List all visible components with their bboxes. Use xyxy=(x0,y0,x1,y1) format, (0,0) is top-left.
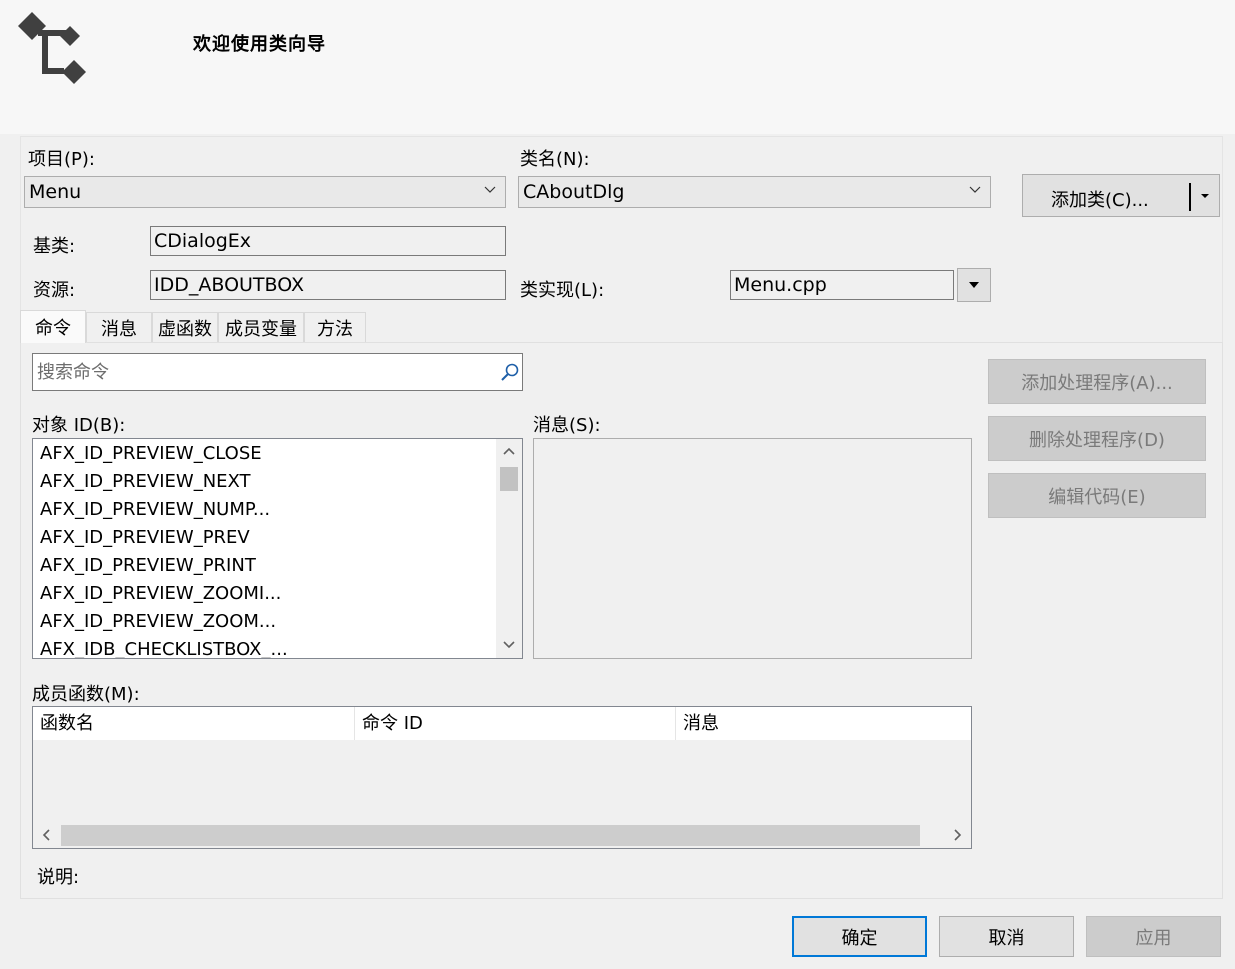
list-item[interactable]: AFX_ID_PREVIEW_NEXT xyxy=(40,468,251,496)
object-id-label: 对象 ID(B): xyxy=(32,415,126,436)
delete-handler-button[interactable]: 删除处理程序(D) xyxy=(988,416,1206,461)
tab-methods[interactable]: 方法 xyxy=(304,312,366,342)
scrollbar-thumb[interactable] xyxy=(500,467,518,491)
search-box[interactable] xyxy=(32,353,523,391)
horizontal-scrollbar[interactable] xyxy=(33,823,971,848)
search-icon[interactable] xyxy=(500,362,520,382)
tab-messages[interactable]: 消息 xyxy=(86,312,152,342)
list-item[interactable]: AFX_IDB_CHECKLISTBOX_... xyxy=(40,636,288,658)
description-label: 说明: xyxy=(37,867,80,888)
list-item[interactable]: AFX_ID_PREVIEW_PREV xyxy=(40,524,250,552)
tab-virtual-functions[interactable]: 虚函数 xyxy=(152,312,218,342)
class-name-label: 类名(N): xyxy=(520,149,590,170)
resource-label: 资源: xyxy=(33,280,76,301)
class-impl-value: Menu.cpp xyxy=(734,274,827,296)
chevron-up-icon[interactable] xyxy=(500,443,518,461)
messages-label: 消息(S): xyxy=(533,415,601,436)
dropdown-arrow-icon xyxy=(969,282,979,288)
project-value: Menu xyxy=(29,181,82,203)
tab-commands[interactable]: 命令 xyxy=(20,310,86,343)
base-class-field: CDialogEx xyxy=(150,226,506,256)
table-header: 函数名 命令 ID 消息 xyxy=(33,707,971,740)
chevron-down-icon xyxy=(484,186,496,193)
class-name-combo[interactable]: CAboutDlg xyxy=(518,176,991,208)
dropdown-arrow-icon[interactable] xyxy=(1199,191,1211,201)
add-class-label: 添加类(C)... xyxy=(1051,190,1149,211)
edit-code-button[interactable]: 编辑代码(E) xyxy=(988,473,1206,518)
project-combo[interactable]: Menu xyxy=(24,176,506,208)
chevron-right-icon[interactable] xyxy=(949,827,965,843)
class-impl-label: 类实现(L): xyxy=(520,280,605,301)
class-impl-field[interactable]: Menu.cpp xyxy=(730,270,954,300)
cancel-button[interactable]: 取消 xyxy=(939,916,1074,957)
list-item[interactable]: AFX_ID_PREVIEW_ZOOMI... xyxy=(40,580,281,608)
resource-value: IDD_ABOUTBOX xyxy=(154,274,304,296)
scrollbar-thumb[interactable] xyxy=(61,825,920,846)
wizard-header: 欢迎使用类向导 xyxy=(0,0,1235,134)
column-header-message[interactable]: 消息 xyxy=(676,707,971,740)
add-class-button[interactable]: 添加类(C)... xyxy=(1022,174,1220,217)
chevron-down-icon xyxy=(969,186,981,193)
list-item[interactable]: AFX_ID_PREVIEW_NUMP... xyxy=(40,496,270,524)
list-item[interactable]: AFX_ID_PREVIEW_ZOOM... xyxy=(40,608,276,636)
class-impl-dropdown-button[interactable] xyxy=(957,268,991,302)
resource-field: IDD_ABOUTBOX xyxy=(150,270,506,300)
apply-button[interactable]: 应用 xyxy=(1086,916,1221,957)
base-class-value: CDialogEx xyxy=(154,230,252,252)
object-id-list[interactable]: AFX_ID_PREVIEW_CLOSE AFX_ID_PREVIEW_NEXT… xyxy=(32,438,523,659)
search-input[interactable] xyxy=(37,360,497,384)
add-handler-button[interactable]: 添加处理程序(A)... xyxy=(988,359,1206,404)
member-functions-table[interactable]: 函数名 命令 ID 消息 xyxy=(32,706,972,849)
tab-member-variables[interactable]: 成员变量 xyxy=(218,312,304,342)
column-header-command-id[interactable]: 命令 ID xyxy=(355,707,676,740)
project-label: 项目(P): xyxy=(28,149,95,170)
class-wizard-logo-icon xyxy=(18,12,86,84)
vertical-scrollbar[interactable] xyxy=(496,439,522,658)
base-class-label: 基类: xyxy=(33,236,76,257)
list-item[interactable]: AFX_ID_PREVIEW_PRINT xyxy=(40,552,256,580)
ok-button[interactable]: 确定 xyxy=(792,916,927,957)
class-name-value: CAboutDlg xyxy=(523,181,625,203)
split-divider xyxy=(1189,183,1191,211)
list-item[interactable]: AFX_ID_PREVIEW_CLOSE xyxy=(40,440,262,468)
chevron-left-icon[interactable] xyxy=(39,827,55,843)
member-functions-label: 成员函数(M): xyxy=(32,684,140,705)
wizard-title: 欢迎使用类向导 xyxy=(193,34,326,55)
message-list[interactable] xyxy=(533,438,972,659)
column-header-function-name[interactable]: 函数名 xyxy=(33,707,355,740)
chevron-down-icon[interactable] xyxy=(500,635,518,653)
